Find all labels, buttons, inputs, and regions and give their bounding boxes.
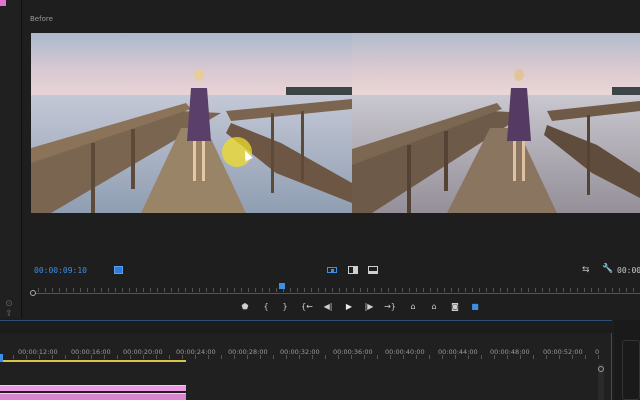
timeline-scrollbar[interactable] xyxy=(598,364,604,400)
video-clip[interactable] xyxy=(0,385,186,391)
pier-scene-image xyxy=(352,33,640,213)
duration-timecode: 00:00 xyxy=(617,266,640,275)
fit-icon[interactable] xyxy=(114,266,123,274)
video-frame-after xyxy=(352,33,640,213)
step-back-button[interactable]: ◀| xyxy=(321,300,335,314)
add-marker-button[interactable]: ⬟ xyxy=(238,300,252,314)
transport-controls: ⬟ { } {← ◀| ▶ |▶ →} ⌂ ⌂ ◙ ■ xyxy=(238,300,518,314)
program-monitor: Before 00:00:09:10 ⇆ 🔧 00:00 ⬟ {} {← ◀|… xyxy=(24,0,640,318)
left-panel: ⊙ ⇪ xyxy=(0,0,22,320)
timeline-playhead[interactable] xyxy=(0,354,3,362)
video-frame-before xyxy=(31,33,352,213)
play-button[interactable]: ▶ xyxy=(342,300,356,314)
scrub-bar[interactable] xyxy=(32,293,640,294)
scroll-handle[interactable] xyxy=(598,366,604,372)
timeline-panel: 00:00:12:00 00:00:16:00 00:00:20:00 00:0… xyxy=(0,320,612,400)
wrench-icon[interactable]: 🔧 xyxy=(602,264,613,274)
comparison-view-button[interactable]: ■ xyxy=(468,300,482,314)
clip-color-swatch xyxy=(0,0,6,6)
pier-scene-image xyxy=(31,33,352,213)
step-forward-button[interactable]: |▶ xyxy=(362,300,376,314)
export-icon[interactable]: ⇪ xyxy=(2,308,16,320)
audio-meter-panel xyxy=(614,320,640,400)
mini-ruler xyxy=(38,288,638,292)
video-clip[interactable] xyxy=(0,393,186,400)
premiere-window: ⊙ ⇪ Before 00:00:09:10 ⇆ 🔧 00:00 ⬟ {} {… xyxy=(0,0,640,400)
work-area-bar[interactable] xyxy=(0,360,186,362)
compare-view-icon[interactable] xyxy=(326,264,338,276)
timeline-ruler[interactable] xyxy=(0,355,600,359)
go-to-out-button[interactable]: →} xyxy=(383,300,397,314)
audio-meter xyxy=(622,340,640,400)
go-to-in-button[interactable]: {← xyxy=(300,300,314,314)
timeline-header xyxy=(0,321,612,333)
before-label: Before xyxy=(30,15,53,23)
mark-out-button[interactable]: } xyxy=(278,300,292,314)
extract-button[interactable]: ⌂ xyxy=(427,300,441,314)
mark-in-button[interactable]: { xyxy=(259,300,273,314)
split-view-icon[interactable] xyxy=(367,264,379,276)
side-by-side-icon[interactable] xyxy=(347,264,359,276)
swap-icon[interactable]: ⇆ xyxy=(582,265,590,275)
mini-playhead[interactable] xyxy=(279,283,285,289)
playhead-timecode[interactable]: 00:00:09:10 xyxy=(34,266,87,275)
lift-button[interactable]: ⌂ xyxy=(406,300,420,314)
scrub-handle[interactable] xyxy=(30,290,36,296)
export-frame-button[interactable]: ◙ xyxy=(448,300,462,314)
